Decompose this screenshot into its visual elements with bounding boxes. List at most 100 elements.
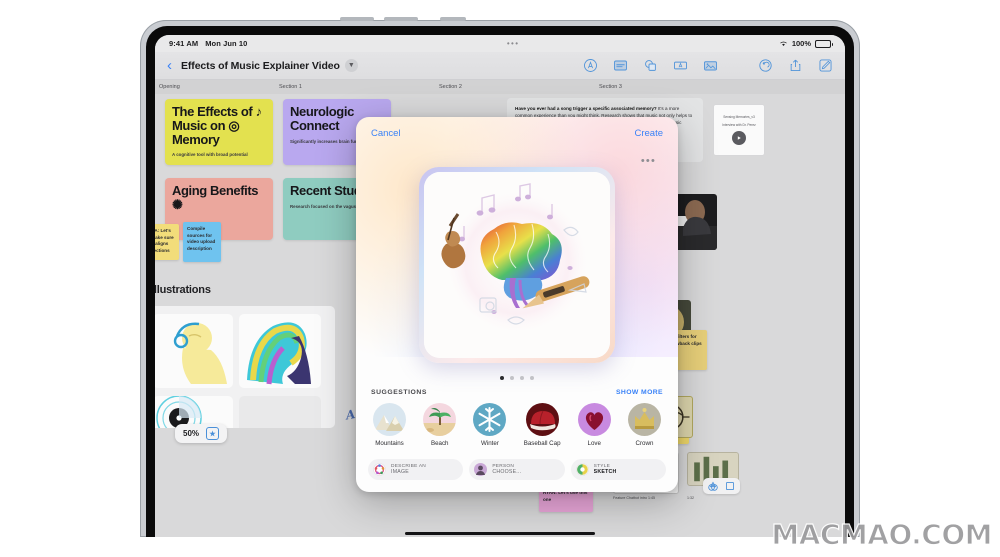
power-button[interactable] [440,17,466,21]
volume-up-button[interactable] [340,17,374,21]
status-bar: 9:41 AM Mon Jun 10 ••• 100% [155,35,845,52]
person-chip[interactable]: PERSON CHOOSE... [469,459,565,480]
chevron-down-icon[interactable]: ▼ [344,59,358,72]
section-heading-illustrations: Illustrations [155,284,211,296]
person-icon [474,463,488,476]
generated-image-frame[interactable] [419,167,615,363]
section-label-row: Opening Section 1 Section 2 Section 3 [155,80,845,94]
toolbar-tools [583,58,718,73]
section-label: Section 2 [439,84,462,90]
play-icon[interactable] [732,131,746,146]
battery-icon [815,39,833,48]
beach-icon [423,403,457,436]
screenshot-root: 9:41 AM Mon Jun 10 ••• 100% ‹ Effects of… [0,0,1000,557]
illustration-thumb[interactable] [239,314,321,388]
text-box-icon[interactable] [673,58,688,73]
show-more-button[interactable]: SHOW MORE [616,389,663,396]
dynamic-island-dots: ••• [506,39,520,48]
suggestion-label: Crown [635,440,654,447]
storyboard-caption: Feature Chatbot intro 1:45 [613,496,655,500]
suggestions-title: SUGGESTIONS [371,389,427,396]
status-date: Mon Jun 10 [205,39,248,48]
suggestion-beach[interactable]: Beach [423,403,457,447]
document-title: Effects of Music Explainer Video [181,59,340,72]
suggestion-label: Winter [481,440,499,447]
toolbar-actions [758,58,833,73]
chip-line2: SKETCH [593,469,617,476]
more-options-icon[interactable]: ••• [641,156,656,167]
section-label: Section 1 [279,84,302,90]
chip-line2: IMAGE [391,469,409,476]
volume-down-button[interactable] [384,17,418,21]
shapes-tool-icon[interactable] [708,481,718,491]
frame-tool-icon[interactable] [725,481,735,491]
document-canvas[interactable]: Opening Section 1 Section 2 Section 3 Th… [155,80,845,537]
watermark: MACMAO.COM [771,518,993,551]
card-title: The Effects of ♪ Music on ◎ Memory [172,104,262,147]
suggestion-baseball-cap[interactable]: Baseball Cap [524,403,561,447]
rainbow-brain-music-sketch [424,172,610,358]
winter-snowflake-icon [473,403,507,436]
video-thumbnail-card[interactable]: Sensing Memories_v3 Interview with Dr. P… [713,104,765,156]
illustration-thumb[interactable] [155,314,233,388]
illustration-thumb-empty[interactable] [239,396,321,428]
zoom-level-label: 50% [183,429,200,438]
compose-icon[interactable] [818,58,833,73]
sticky-note[interactable]: HA: Let's make sure it aligns sections [155,224,179,260]
text-block-lead: Have you ever had a song trigger a speci… [515,106,657,111]
describe-image-chip[interactable]: DESCRIBE AN IMAGE [368,459,464,480]
card-subtitle: A cognitive tool with broad potential [172,152,248,158]
dialog-body: ••• SUGGESTIONS SHOW MORE Mountains Beac… [356,149,678,492]
video-title: Sensing Memories_v3 [723,114,755,119]
style-icon [575,463,589,476]
home-indicator[interactable] [405,532,595,535]
sticky-note[interactable]: Compile sources for video upload descrip… [183,222,221,262]
section-label: Section 3 [599,84,622,90]
media-insert-icon[interactable] [703,58,718,73]
shapes-icon[interactable] [643,58,658,73]
chip-line2: CHOOSE... [492,469,522,476]
mini-toolbar[interactable] [703,478,740,494]
markup-pen-icon[interactable] [583,58,598,73]
zoom-control[interactable]: 50% ★ [175,424,228,443]
suggestion-winter[interactable]: Winter [473,403,507,447]
suggestion-label: Beach [430,440,449,447]
headphones-woman-illustration [173,322,227,384]
heart-icon [577,403,611,436]
status-time: 9:41 AM [169,39,199,48]
back-button[interactable]: ‹ [167,58,172,73]
share-icon[interactable] [788,58,803,73]
describe-image-icon [373,463,386,476]
illustrations-panel[interactable] [155,306,335,428]
generated-image[interactable] [424,172,610,358]
suggestion-mountains[interactable]: Mountains [373,403,406,447]
app-toolbar: ‹ Effects of Music Explainer Video ▼ [155,52,845,80]
crown-icon [627,403,661,436]
suggestions-row: Mountains Beach Winter Baseball Cap Love… [356,396,678,447]
suggestions-header: SUGGESTIONS SHOW MORE [356,380,678,396]
suggestion-label: Mountains [375,440,404,447]
board-card-opening[interactable]: The Effects of ♪ Music on ◎ Memory A cog… [165,99,273,165]
suggestion-love[interactable]: Love [577,403,611,447]
ipad-screen: 9:41 AM Mon Jun 10 ••• 100% ‹ Effects of… [155,35,845,537]
device-bezel: 9:41 AM Mon Jun 10 ••• 100% ‹ Effects of… [146,26,854,537]
card-title: Aging Benefits ✺ [172,183,259,212]
baseball-cap-icon [525,403,559,436]
image-playground-dialog[interactable]: Cancel Create ••• SUGGESTIONS SHOW MORE … [356,117,678,492]
star-square-icon[interactable]: ★ [206,427,220,440]
rainbow-hair-profile-illustration [247,322,311,385]
card-text-icon[interactable] [613,58,628,73]
wifi-icon [780,41,787,47]
ipad-device-frame: 9:41 AM Mon Jun 10 ••• 100% ‹ Effects of… [140,17,860,537]
create-button[interactable]: Create [634,128,663,139]
undo-icon[interactable] [758,58,773,73]
mountains-icon [373,403,406,436]
suggestion-crown[interactable]: Crown [627,403,661,447]
style-chip[interactable]: STYLE SKETCH [570,459,666,480]
suggestion-label: Baseball Cap [523,440,561,447]
storyboard-caption: 1:32 [687,496,694,500]
battery-percent-label: 100% [791,39,811,48]
cancel-button[interactable]: Cancel [371,128,401,139]
video-subtitle: Interview with Dr. Perez [722,123,756,127]
section-label: Opening [159,84,180,90]
